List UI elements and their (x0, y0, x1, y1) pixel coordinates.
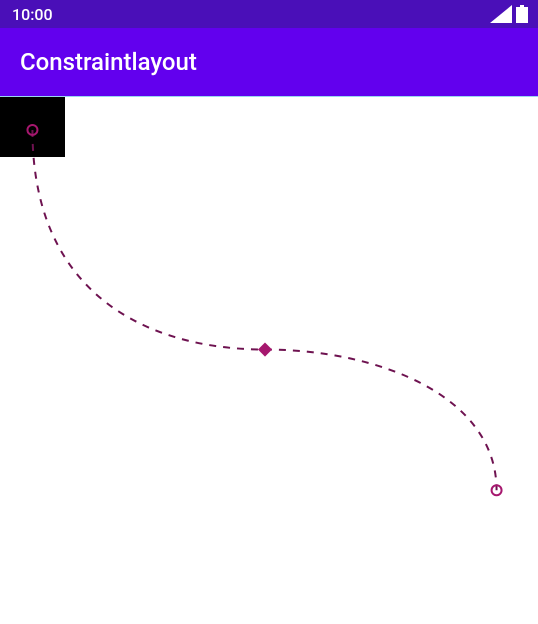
battery-icon (516, 5, 528, 23)
app-title: Constraintlayout (20, 48, 197, 76)
signal-icon (490, 5, 512, 23)
constraint-view-box[interactable] (0, 97, 65, 157)
motion-path-overlay (0, 97, 538, 624)
path-mid-handle[interactable] (258, 342, 272, 356)
motion-path-curve (32, 130, 496, 490)
status-time: 10:00 (10, 5, 53, 24)
path-end-handle[interactable] (492, 485, 502, 495)
content-area[interactable] (0, 96, 538, 624)
status-bar: 10:00 (0, 0, 538, 28)
status-icons (490, 5, 528, 23)
app-bar: Constraintlayout (0, 28, 538, 96)
